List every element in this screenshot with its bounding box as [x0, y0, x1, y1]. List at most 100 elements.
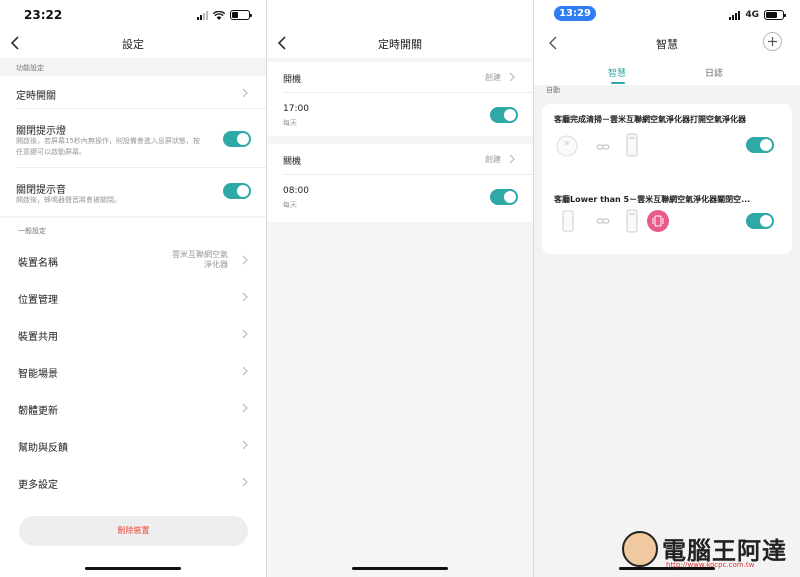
settings-item-label: 更多設定: [18, 480, 58, 491]
settings-item-location[interactable]: 位置管理: [0, 280, 266, 314]
add-scene-button[interactable]: [763, 32, 782, 51]
settings-item-smart-scenes[interactable]: 智能場景: [0, 354, 266, 388]
plus-icon: [768, 37, 777, 46]
nav-bar: 定時開關: [267, 28, 533, 58]
vibrate-phone-icon: [647, 210, 669, 232]
battery-icon: [230, 10, 252, 20]
chevron-right-icon: [242, 292, 248, 302]
link-icon: [596, 144, 610, 150]
timer-group-title: 關機: [283, 157, 302, 167]
watermark-logo: 電腦王阿達 http://www.kocpc.com.tw: [622, 525, 794, 573]
home-indicator[interactable]: [85, 567, 181, 570]
chevron-right-icon: [242, 329, 248, 339]
device-name-value-line1: 雲米互聯網空氣: [172, 250, 228, 259]
screenshot-collage: 23:22 設定 功能設定 定時開關 關閉提示燈 開啟後，若屏幕15秒內無操作，…: [0, 0, 800, 577]
timer-group-on: 開機 創建 17:00 每天: [267, 62, 533, 136]
scene-title: 客廳Lower than 5－雲米互聯網空氣淨化器關閉空...: [554, 195, 751, 204]
timer-group-title: 開機: [283, 75, 302, 85]
wifi-icon: [213, 10, 225, 20]
smart-panel: 13:29 4G 智慧 智慧 日誌 自動 客廳完成清掃－雲米互聯網空氣淨化器打開…: [534, 0, 800, 577]
chevron-right-icon: [509, 72, 515, 82]
air-purifier-icon: [626, 133, 638, 157]
chevron-right-icon: [242, 366, 248, 376]
sensor-device-icon: [562, 210, 574, 232]
indicator-light-label: 關閉提示燈: [16, 126, 66, 137]
indicator-light-toggle[interactable]: [223, 131, 251, 147]
chevron-right-icon: [242, 440, 248, 450]
page-title: 智慧: [656, 38, 678, 51]
home-indicator[interactable]: [352, 567, 448, 570]
settings-item-sharing[interactable]: 裝置共用: [0, 317, 266, 351]
indicator-light-row: 關閉提示燈 開啟後，若屏幕15秒內無操作，則設備會進入息屏狀態，按任意鍵可以啟動…: [0, 109, 266, 167]
sound-row: 關閉提示音 開啟後，蜂鳴器聲音將會被關閉。: [0, 168, 266, 214]
settings-item-label: 幫助與反饋: [18, 443, 68, 454]
chevron-right-icon: [242, 477, 248, 487]
nav-bar: 智慧: [534, 28, 800, 58]
scene-title: 客廳完成清掃－雲米互聯網空氣淨化器打開空氣淨化器: [554, 115, 746, 124]
mascot-face-icon: [622, 531, 658, 567]
timer-label: 定時開關: [16, 91, 56, 102]
section-title-features: 功能設定: [16, 64, 44, 72]
status-time: 23:22: [24, 8, 63, 22]
settings-item-label: 位置管理: [18, 295, 58, 306]
timer-entry: 08:00 每天: [267, 175, 533, 221]
delete-device-button[interactable]: 刪除裝置: [19, 516, 248, 546]
status-bar: 13:29 4G: [534, 0, 800, 30]
timer-panel: 定時開關 開機 創建 17:00 每天 關機 創建 08:00 每天: [267, 0, 533, 577]
timer-group-off: 關機 創建 08:00 每天: [267, 144, 533, 222]
timer-time: 08:00: [283, 186, 309, 196]
system-icons: 4G: [729, 10, 786, 20]
sound-label: 關閉提示音: [16, 185, 66, 196]
section-title-auto: 自動: [546, 86, 560, 94]
device-name-row[interactable]: 裝置名稱 雲米互聯網空氣 淨化器: [0, 242, 266, 278]
network-type: 4G: [745, 10, 759, 20]
settings-panel: 23:22 設定 功能設定 定時開關 關閉提示燈 開啟後，若屏幕15秒內無操作，…: [0, 0, 266, 577]
battery-icon: [764, 10, 786, 20]
timer-repeat: 每天: [283, 119, 297, 127]
scene-card: 客廳完成清掃－雲米互聯網空氣淨化器打開空氣淨化器 客廳Lower than 5－…: [542, 104, 792, 254]
settings-item-label: 裝置共用: [18, 332, 58, 343]
tab-smart[interactable]: 智慧: [608, 66, 626, 79]
timer-toggle[interactable]: [490, 107, 518, 123]
settings-item-label: 智能場景: [18, 369, 58, 380]
section-title-general: 一般設定: [18, 227, 46, 235]
settings-item-help[interactable]: 幫助與反饋: [0, 428, 266, 462]
chevron-right-icon: [242, 255, 248, 265]
status-bar: [267, 0, 533, 30]
settings-item-label: 韌體更新: [18, 406, 58, 417]
link-icon: [596, 218, 610, 224]
timer-entry: 17:00 每天: [267, 93, 533, 135]
device-name-value-line2: 淨化器: [204, 260, 228, 269]
nav-bar: 設定: [0, 28, 266, 58]
create-link[interactable]: 創建: [485, 154, 501, 165]
scene-item[interactable]: 客廳Lower than 5－雲米互聯網空氣淨化器關閉空...: [542, 184, 792, 248]
timer-row[interactable]: 定時開關: [0, 76, 266, 108]
scene-toggle[interactable]: [746, 213, 774, 229]
status-bar: 23:22: [0, 0, 266, 30]
create-link[interactable]: 創建: [485, 72, 501, 83]
timer-repeat: 每天: [283, 201, 297, 209]
air-purifier-icon: [626, 209, 638, 233]
timer-group-header[interactable]: 開機 創建: [267, 62, 533, 92]
settings-item-more[interactable]: 更多設定: [0, 465, 266, 499]
chevron-right-icon: [242, 88, 248, 98]
watermark-url: http://www.kocpc.com.tw: [666, 561, 755, 569]
timer-time: 17:00: [283, 104, 309, 114]
settings-item-firmware[interactable]: 韌體更新: [0, 391, 266, 425]
tab-log[interactable]: 日誌: [705, 66, 723, 79]
sound-toggle[interactable]: [223, 183, 251, 199]
page-title: 設定: [122, 38, 144, 51]
sound-desc: 開啟後，蜂鳴器聲音將會被關閉。: [16, 196, 121, 204]
chevron-right-icon: [509, 154, 515, 164]
device-name-label: 裝置名稱: [18, 258, 58, 269]
indicator-light-desc: 開啟後，若屏幕15秒內無操作，則設備會進入息屏狀態，按任意鍵可以啟動屏幕。: [16, 137, 200, 156]
scene-toggle[interactable]: [746, 137, 774, 153]
signal-icon: [729, 10, 741, 20]
robot-vacuum-icon: [556, 135, 578, 157]
timer-toggle[interactable]: [490, 189, 518, 205]
status-time: 13:29: [554, 6, 596, 21]
signal-icon: [197, 10, 208, 20]
chevron-right-icon: [242, 403, 248, 413]
scene-item[interactable]: 客廳完成清掃－雲米互聯網空氣淨化器打開空氣淨化器: [542, 104, 792, 176]
timer-group-header[interactable]: 關機 創建: [267, 144, 533, 174]
